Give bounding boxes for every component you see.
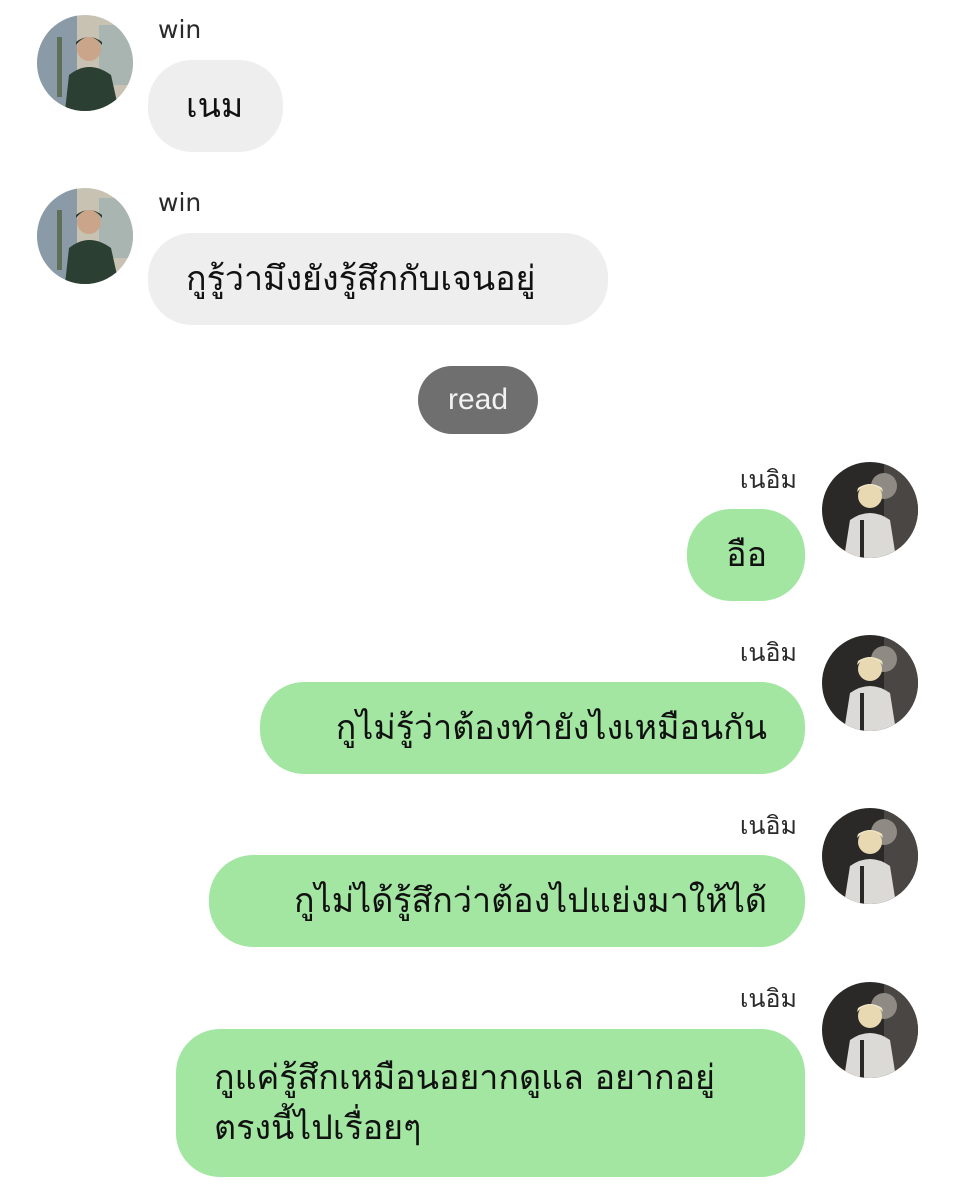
avatar-photo-win xyxy=(37,15,133,111)
sender-avatar-win[interactable] xyxy=(37,15,133,111)
message-bubble-incoming[interactable]: เนม xyxy=(148,60,283,152)
sender-avatar-win[interactable] xyxy=(37,188,133,284)
sender-avatar-neim[interactable] xyxy=(822,462,918,558)
sender-name: เนอิม xyxy=(739,811,797,840)
message-text: กูรู้ว่ามึงยังรู้สึกกับเจนอยู่ xyxy=(186,259,536,299)
sender-name: เนอิม xyxy=(739,984,797,1013)
message-text: กูไม่รู้ว่าต้องทำยังไงเหมือนกัน xyxy=(335,708,767,748)
avatar-photo-neim xyxy=(822,982,918,1078)
message-bubble-incoming[interactable]: กูรู้ว่ามึงยังรู้สึกกับเจนอยู่ xyxy=(148,233,608,325)
message-bubble-outgoing[interactable]: กูไม่รู้ว่าต้องทำยังไงเหมือนกัน xyxy=(260,682,805,774)
sender-avatar-neim[interactable] xyxy=(822,808,918,904)
sender-avatar-neim[interactable] xyxy=(822,635,918,731)
sender-name: win xyxy=(158,188,202,217)
message-text: เนม xyxy=(186,86,244,126)
sender-name: เนอิม xyxy=(739,638,797,667)
message-text-line: ตรงนี้ไปเรื่อยๆ xyxy=(214,1108,422,1148)
message-text: กูไม่ได้รู้สึกว่าต้องไปแย่งมาให้ได้ xyxy=(294,881,767,921)
avatar-photo-neim xyxy=(822,462,918,558)
sender-name: win xyxy=(158,15,202,44)
avatar-photo-neim xyxy=(822,808,918,904)
avatar-photo-win xyxy=(37,188,133,284)
message-text-line: กูแค่รู้สึกเหมือนอยากดูแล อยากอยู่ xyxy=(214,1058,715,1098)
message-bubble-outgoing[interactable]: กูแค่รู้สึกเหมือนอยากดูแล อยากอยู่ ตรงนี… xyxy=(176,1029,805,1177)
message-text: อือ xyxy=(726,535,767,575)
message-bubble-outgoing[interactable]: กูไม่ได้รู้สึกว่าต้องไปแย่งมาให้ได้ xyxy=(209,855,805,947)
sender-avatar-neim[interactable] xyxy=(822,982,918,1078)
message-bubble-outgoing[interactable]: อือ xyxy=(687,509,805,601)
read-receipt-badge: read xyxy=(418,366,538,434)
sender-name: เนอิม xyxy=(739,465,797,494)
avatar-photo-neim xyxy=(822,635,918,731)
